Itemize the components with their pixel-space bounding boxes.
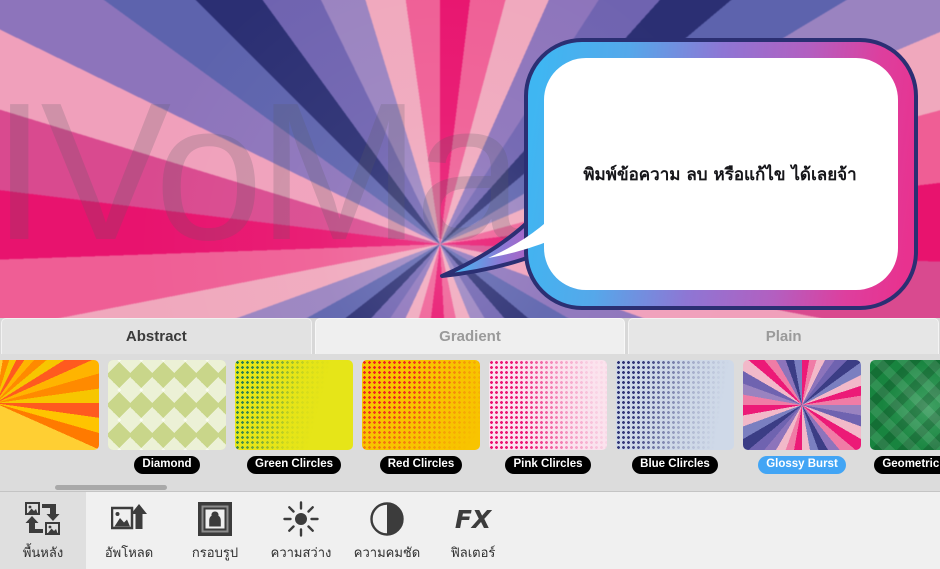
horizontal-scrollbar[interactable] bbox=[0, 483, 940, 491]
toolbar-item-brightness[interactable]: ความสว่าง bbox=[258, 492, 344, 569]
category-tabs: Abstract Gradient Plain bbox=[0, 318, 940, 354]
toolbar-label-frame: กรอบรูป bbox=[191, 546, 239, 561]
thumbnail-preview bbox=[235, 360, 353, 450]
toolbar-label-contrast: ความคมชัด bbox=[353, 546, 421, 561]
thumbnail-label: Red Clircles bbox=[379, 456, 463, 474]
speech-bubble-text[interactable]: พิมพ์ข้อความ ลบ หรือแก้ไข ได้เลยจ้า bbox=[520, 161, 920, 188]
toolbar-label-background: พื้นหลัง bbox=[22, 546, 64, 561]
tab-abstract[interactable]: Abstract bbox=[1, 318, 312, 354]
speech-bubble[interactable]: พิมพ์ข้อความ ลบ หรือแก้ไข ได้เลยจ้า bbox=[430, 18, 940, 318]
swap-images-icon bbox=[17, 498, 69, 540]
brightness-sun-icon bbox=[275, 498, 327, 540]
thumbnail-label: Geometric Green bbox=[874, 456, 940, 474]
editor-canvas[interactable]: IVoMaker พิมพ์ข้อความ ลบ หรือแก้ไข ได้เล… bbox=[0, 0, 940, 318]
tab-plain[interactable]: Plain bbox=[628, 318, 940, 354]
thumbnail-preview bbox=[108, 360, 226, 450]
fx-filter-icon: FX bbox=[454, 504, 492, 534]
upload-image-icon bbox=[103, 498, 155, 540]
thumbnail-preview bbox=[743, 360, 861, 450]
thumbnail-item-red-clircles[interactable]: Red Clircles bbox=[359, 360, 483, 476]
toolbar-label-filter: ฟิลเตอร์ bbox=[450, 546, 496, 561]
thumbnail-preview bbox=[489, 360, 607, 450]
thumbnail-item-glossy-burst[interactable]: Glossy Burst bbox=[740, 360, 864, 476]
toolbar-item-contrast[interactable]: ความคมชัด bbox=[344, 492, 430, 569]
thumbnail-preview bbox=[362, 360, 480, 450]
background-thumbnail-strip[interactable]: Diamond Green Clircles Red Clircles Pink… bbox=[0, 354, 940, 485]
thumbnail-label: Green Clircles bbox=[247, 456, 341, 474]
bottom-toolbar: พื้นหลัง อัพโหลด กรอบรูป ความสว่าง ความค… bbox=[0, 491, 940, 569]
thumbnail-label-selected: Glossy Burst bbox=[758, 456, 846, 474]
thumbnail-item-pink-clircles[interactable]: Pink Clircles bbox=[486, 360, 610, 476]
toolbar-item-upload[interactable]: อัพโหลด bbox=[86, 492, 172, 569]
thumbnail-preview bbox=[870, 360, 940, 450]
app-root: IVoMaker พิมพ์ข้อความ ลบ หรือแก้ไข ได้เล… bbox=[0, 0, 940, 569]
toolbar-item-frame[interactable]: กรอบรูป bbox=[172, 492, 258, 569]
tab-gradient-label: Gradient bbox=[439, 328, 501, 345]
toolbar-item-filter[interactable]: FX ฟิลเตอร์ bbox=[430, 492, 516, 569]
thumbnail-preview bbox=[0, 360, 99, 450]
thumbnail-preview bbox=[616, 360, 734, 450]
scrollbar-thumb[interactable] bbox=[55, 485, 167, 490]
thumbnail-label: Blue Clircles bbox=[632, 456, 718, 474]
picture-frame-icon bbox=[189, 498, 241, 540]
tab-gradient[interactable]: Gradient bbox=[314, 318, 626, 354]
thumbnail-label: Diamond bbox=[134, 456, 200, 474]
tab-plain-label: Plain bbox=[765, 328, 802, 345]
thumbnail-label: Pink Clircles bbox=[505, 456, 591, 474]
thumbnail-item-geometric-green[interactable]: Geometric Green bbox=[867, 360, 940, 476]
thumbnail-item-diamond[interactable]: Diamond bbox=[105, 360, 229, 476]
toolbar-item-background[interactable]: พื้นหลัง bbox=[0, 492, 86, 569]
toolbar-label-upload: อัพโหลด bbox=[104, 546, 154, 561]
toolbar-label-brightness: ความสว่าง bbox=[270, 546, 332, 561]
tab-abstract-label: Abstract bbox=[125, 328, 187, 345]
thumbnail-item-sunburst[interactable] bbox=[0, 360, 102, 476]
thumbnail-item-green-clircles[interactable]: Green Clircles bbox=[232, 360, 356, 476]
thumbnail-item-blue-clircles[interactable]: Blue Clircles bbox=[613, 360, 737, 476]
contrast-icon bbox=[361, 498, 413, 540]
